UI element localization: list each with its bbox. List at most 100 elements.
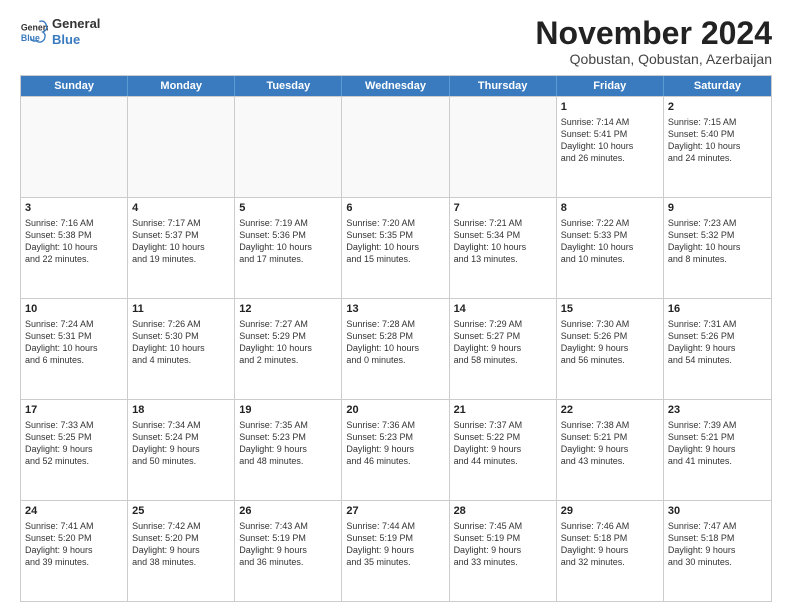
calendar-week-4: 17Sunrise: 7:33 AM Sunset: 5:25 PM Dayli…: [21, 399, 771, 500]
day-info: Sunrise: 7:46 AM Sunset: 5:18 PM Dayligh…: [561, 520, 659, 569]
calendar-cell: 30Sunrise: 7:47 AM Sunset: 5:18 PM Dayli…: [664, 501, 771, 601]
day-info: Sunrise: 7:42 AM Sunset: 5:20 PM Dayligh…: [132, 520, 230, 569]
calendar-cell: 29Sunrise: 7:46 AM Sunset: 5:18 PM Dayli…: [557, 501, 664, 601]
calendar-week-5: 24Sunrise: 7:41 AM Sunset: 5:20 PM Dayli…: [21, 500, 771, 601]
logo-line1: General: [52, 16, 100, 32]
calendar-cell: [450, 97, 557, 197]
day-info: Sunrise: 7:36 AM Sunset: 5:23 PM Dayligh…: [346, 419, 444, 468]
calendar-cell: 2Sunrise: 7:15 AM Sunset: 5:40 PM Daylig…: [664, 97, 771, 197]
day-info: Sunrise: 7:15 AM Sunset: 5:40 PM Dayligh…: [668, 116, 767, 165]
day-info: Sunrise: 7:35 AM Sunset: 5:23 PM Dayligh…: [239, 419, 337, 468]
header-day-friday: Friday: [557, 76, 664, 96]
calendar-cell: 1Sunrise: 7:14 AM Sunset: 5:41 PM Daylig…: [557, 97, 664, 197]
calendar-cell: 13Sunrise: 7:28 AM Sunset: 5:28 PM Dayli…: [342, 299, 449, 399]
day-number: 5: [239, 201, 337, 216]
day-info: Sunrise: 7:41 AM Sunset: 5:20 PM Dayligh…: [25, 520, 123, 569]
calendar-cell: 11Sunrise: 7:26 AM Sunset: 5:30 PM Dayli…: [128, 299, 235, 399]
calendar-cell: [235, 97, 342, 197]
header-day-thursday: Thursday: [450, 76, 557, 96]
header-day-saturday: Saturday: [664, 76, 771, 96]
calendar-week-3: 10Sunrise: 7:24 AM Sunset: 5:31 PM Dayli…: [21, 298, 771, 399]
calendar-cell: [342, 97, 449, 197]
header-day-sunday: Sunday: [21, 76, 128, 96]
calendar-body: 1Sunrise: 7:14 AM Sunset: 5:41 PM Daylig…: [21, 96, 771, 601]
day-info: Sunrise: 7:33 AM Sunset: 5:25 PM Dayligh…: [25, 419, 123, 468]
title-block: November 2024 Qobustan, Qobustan, Azerba…: [535, 16, 772, 67]
day-number: 9: [668, 201, 767, 216]
calendar-cell: 17Sunrise: 7:33 AM Sunset: 5:25 PM Dayli…: [21, 400, 128, 500]
day-info: Sunrise: 7:44 AM Sunset: 5:19 PM Dayligh…: [346, 520, 444, 569]
day-info: Sunrise: 7:45 AM Sunset: 5:19 PM Dayligh…: [454, 520, 552, 569]
day-number: 13: [346, 302, 444, 317]
day-number: 3: [25, 201, 123, 216]
calendar-cell: 18Sunrise: 7:34 AM Sunset: 5:24 PM Dayli…: [128, 400, 235, 500]
calendar-cell: 12Sunrise: 7:27 AM Sunset: 5:29 PM Dayli…: [235, 299, 342, 399]
day-number: 22: [561, 403, 659, 418]
logo: General Blue General Blue: [20, 16, 100, 47]
day-info: Sunrise: 7:27 AM Sunset: 5:29 PM Dayligh…: [239, 318, 337, 367]
calendar-cell: 8Sunrise: 7:22 AM Sunset: 5:33 PM Daylig…: [557, 198, 664, 298]
day-info: Sunrise: 7:31 AM Sunset: 5:26 PM Dayligh…: [668, 318, 767, 367]
day-info: Sunrise: 7:26 AM Sunset: 5:30 PM Dayligh…: [132, 318, 230, 367]
day-info: Sunrise: 7:17 AM Sunset: 5:37 PM Dayligh…: [132, 217, 230, 266]
calendar-week-1: 1Sunrise: 7:14 AM Sunset: 5:41 PM Daylig…: [21, 96, 771, 197]
day-number: 29: [561, 504, 659, 519]
calendar-cell: 21Sunrise: 7:37 AM Sunset: 5:22 PM Dayli…: [450, 400, 557, 500]
header-day-monday: Monday: [128, 76, 235, 96]
day-info: Sunrise: 7:29 AM Sunset: 5:27 PM Dayligh…: [454, 318, 552, 367]
day-number: 23: [668, 403, 767, 418]
day-number: 17: [25, 403, 123, 418]
day-number: 25: [132, 504, 230, 519]
header-day-wednesday: Wednesday: [342, 76, 449, 96]
day-number: 20: [346, 403, 444, 418]
day-number: 27: [346, 504, 444, 519]
day-number: 2: [668, 100, 767, 115]
calendar-cell: 3Sunrise: 7:16 AM Sunset: 5:38 PM Daylig…: [21, 198, 128, 298]
day-number: 26: [239, 504, 337, 519]
day-number: 8: [561, 201, 659, 216]
day-number: 4: [132, 201, 230, 216]
day-number: 21: [454, 403, 552, 418]
day-number: 10: [25, 302, 123, 317]
day-number: 11: [132, 302, 230, 317]
day-number: 30: [668, 504, 767, 519]
location-subtitle: Qobustan, Qobustan, Azerbaijan: [535, 51, 772, 67]
day-info: Sunrise: 7:24 AM Sunset: 5:31 PM Dayligh…: [25, 318, 123, 367]
day-info: Sunrise: 7:16 AM Sunset: 5:38 PM Dayligh…: [25, 217, 123, 266]
day-number: 18: [132, 403, 230, 418]
day-info: Sunrise: 7:20 AM Sunset: 5:35 PM Dayligh…: [346, 217, 444, 266]
day-info: Sunrise: 7:39 AM Sunset: 5:21 PM Dayligh…: [668, 419, 767, 468]
day-info: Sunrise: 7:22 AM Sunset: 5:33 PM Dayligh…: [561, 217, 659, 266]
day-info: Sunrise: 7:19 AM Sunset: 5:36 PM Dayligh…: [239, 217, 337, 266]
calendar-cell: 20Sunrise: 7:36 AM Sunset: 5:23 PM Dayli…: [342, 400, 449, 500]
day-info: Sunrise: 7:37 AM Sunset: 5:22 PM Dayligh…: [454, 419, 552, 468]
calendar-cell: 22Sunrise: 7:38 AM Sunset: 5:21 PM Dayli…: [557, 400, 664, 500]
calendar-cell: 24Sunrise: 7:41 AM Sunset: 5:20 PM Dayli…: [21, 501, 128, 601]
calendar-cell: 7Sunrise: 7:21 AM Sunset: 5:34 PM Daylig…: [450, 198, 557, 298]
calendar-cell: 14Sunrise: 7:29 AM Sunset: 5:27 PM Dayli…: [450, 299, 557, 399]
calendar-cell: 26Sunrise: 7:43 AM Sunset: 5:19 PM Dayli…: [235, 501, 342, 601]
calendar-cell: 10Sunrise: 7:24 AM Sunset: 5:31 PM Dayli…: [21, 299, 128, 399]
calendar-cell: 23Sunrise: 7:39 AM Sunset: 5:21 PM Dayli…: [664, 400, 771, 500]
day-info: Sunrise: 7:23 AM Sunset: 5:32 PM Dayligh…: [668, 217, 767, 266]
calendar-cell: 15Sunrise: 7:30 AM Sunset: 5:26 PM Dayli…: [557, 299, 664, 399]
logo-line2: Blue: [52, 32, 100, 48]
calendar-cell: 9Sunrise: 7:23 AM Sunset: 5:32 PM Daylig…: [664, 198, 771, 298]
day-number: 24: [25, 504, 123, 519]
day-number: 7: [454, 201, 552, 216]
day-number: 12: [239, 302, 337, 317]
calendar-cell: 16Sunrise: 7:31 AM Sunset: 5:26 PM Dayli…: [664, 299, 771, 399]
calendar-cell: 28Sunrise: 7:45 AM Sunset: 5:19 PM Dayli…: [450, 501, 557, 601]
calendar-cell: 19Sunrise: 7:35 AM Sunset: 5:23 PM Dayli…: [235, 400, 342, 500]
month-title: November 2024: [535, 16, 772, 51]
calendar-cell: 25Sunrise: 7:42 AM Sunset: 5:20 PM Dayli…: [128, 501, 235, 601]
calendar: SundayMondayTuesdayWednesdayThursdayFrid…: [20, 75, 772, 602]
calendar-header: SundayMondayTuesdayWednesdayThursdayFrid…: [21, 76, 771, 96]
day-info: Sunrise: 7:14 AM Sunset: 5:41 PM Dayligh…: [561, 116, 659, 165]
day-number: 1: [561, 100, 659, 115]
calendar-cell: 4Sunrise: 7:17 AM Sunset: 5:37 PM Daylig…: [128, 198, 235, 298]
day-number: 16: [668, 302, 767, 317]
day-number: 19: [239, 403, 337, 418]
calendar-cell: [128, 97, 235, 197]
day-number: 15: [561, 302, 659, 317]
